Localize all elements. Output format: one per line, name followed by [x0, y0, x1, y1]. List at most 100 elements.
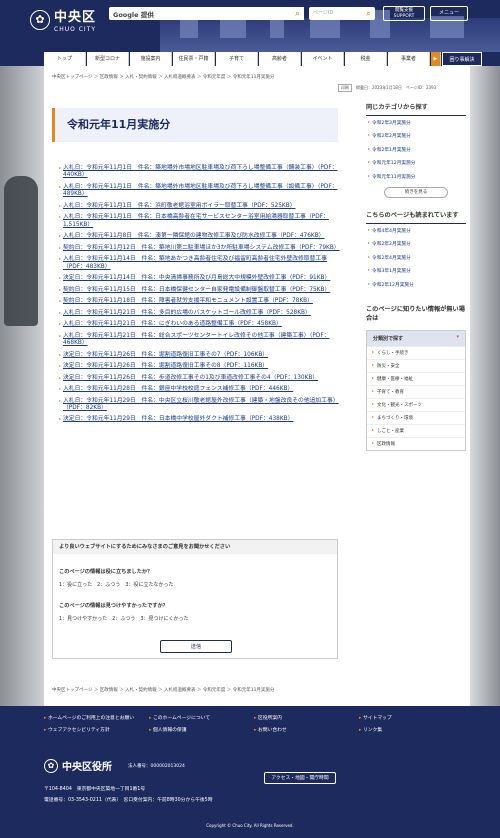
site-footer: ホームページのご利用上の注意とお願いこのホームページについて区役所案内サイトマッ… [0, 706, 500, 838]
document-link[interactable]: 入札日：令和元年11月1日 件名：築地場外市場地区駐車場及び荷下ろし場整備工事（… [63, 184, 338, 197]
sidebar-link[interactable]: 令和元年12月実施分 [368, 160, 466, 166]
survey-options-2[interactable]: 1：見つけやすかった 2：ふつう 3：見つけにくかった [59, 615, 188, 622]
document-link[interactable]: 入札日：令和元年11月28日 件名：銀座中学校校庭フェンス補修工事（PDF：44… [63, 386, 293, 392]
footer-link[interactable]: 個人情報の保護 [149, 726, 254, 733]
footer-link[interactable]: ウェブアクセシビリティ方針 [44, 726, 149, 733]
nav-item[interactable]: 税金 [345, 52, 387, 66]
breadcrumb-bottom[interactable]: 中央区トップページ ＞ 区政情報 ＞ 入札・契約情報 ＞ 入札経過概要表 ＞ 令… [52, 687, 274, 693]
category-item[interactable]: 健康・医療・福祉 [367, 371, 465, 385]
search-provider-label: Google 提供 [113, 11, 154, 19]
nav-item[interactable]: 施設案内 [130, 52, 172, 66]
sidebar-link[interactable]: 令和元年11月実施分 [368, 174, 466, 180]
category-item[interactable]: 区政情報 [367, 436, 465, 450]
survey-header: より良いウェブサイトにするためにみなさまのご意見をお聞かせください [53, 540, 337, 554]
search-input[interactable]: Google 提供 ⌕ [109, 7, 304, 20]
menu-button[interactable]: メニュー [430, 6, 468, 21]
document-link[interactable]: 決定日：令和元年11月29日 件名：日本橋中学校屋外ダクト補修工事（PDF：43… [63, 416, 293, 422]
list-item: 入札日：令和元年11月29日 件名：中央区立桜川敬老館屋外改修工事（建築・地盤改… [59, 398, 341, 413]
category-item[interactable]: 防災・安全 [367, 358, 465, 372]
copyright: Copyright © Chuo City. All Rights Reserv… [206, 823, 294, 828]
footer-name: 中央区役所 [62, 762, 112, 773]
document-link[interactable]: 入札日：令和元年11月1日 件名：浜町敬老館浴室用ボイラー取替工事（PDF：52… [63, 203, 296, 209]
corporate-number: 法人番号：000002013024 [128, 764, 185, 769]
footer-address: 〒104-8404 東京都中央区築地一丁目1番1号 電話番号：03-3543-0… [44, 784, 213, 806]
document-link[interactable]: 入札日：令和元年11月8日 件名：湊第一隣保館の建物改修工事及び防水改修工事（P… [63, 233, 324, 239]
document-link[interactable]: 決定日：令和元年11月26日 件名：歩道改修工事その1及び車道改修工事その4（P… [63, 375, 318, 381]
nav-item[interactable]: トップ [44, 52, 86, 66]
document-link[interactable]: 入札日：令和元年11月1日 件名：築地場外市場地区駐車場及び荷下ろし場整備工事（… [63, 165, 338, 178]
list-item: 入札日：令和元年11月28日 件名：銀座中学校校庭フェンス補修工事（PDF：44… [59, 386, 341, 393]
nav-more-icon[interactable]: ▶ [431, 52, 441, 66]
survey-options-1[interactable]: 1：役に立った 2：ふつう 3：役に立たなかった [59, 581, 174, 588]
footer-logo: ✿ 中央区役所 [44, 758, 112, 773]
list-item: 決定日：令和元年11月26日 件名：堀割道路復旧工事その7（PDF：106KB） [59, 352, 341, 359]
list-item: 入札日：令和元年11月1日 件名：築地場外市場地区駐車場及び荷下ろし場整備工事（… [59, 165, 341, 180]
list-item: 入札日：令和元年11月1日 件名：日本橋高齢者在宅サービスセンター浴室用給湯器取… [59, 214, 341, 229]
list-item: 契約日：令和元年11月18日 件名：障害者就労支援平和モニュメント設置工事（PD… [59, 298, 341, 305]
document-link[interactable]: 入札日：令和元年11月21日 件名：にぎわいのある道路整備工事（PDF：458K… [63, 321, 282, 327]
breadcrumb[interactable]: 中央区トップページ ＞ 区政情報 ＞ 入札・契約情報 ＞ 入札経過概要表 ＞ 令… [52, 74, 274, 80]
document-link[interactable]: 決定日：令和元年11月14日 件名：中央清掃事務所及び月島総大中規模外壁改修工事… [63, 275, 330, 281]
search-icon[interactable]: ⌕ [291, 7, 304, 20]
document-link[interactable]: 契約日：令和元年11月15日 件名：日本橋保健センター自家発電設備制御盤取替工事… [63, 287, 330, 293]
nav-item[interactable]: 住民票・戸籍 [173, 52, 215, 66]
document-link[interactable]: 入札日：令和元年11月21日 件名：多目的広場のバスケットゴール改修工事（PDF… [63, 310, 311, 316]
sidebar-link[interactable]: 令和2年2月実施分 [368, 241, 466, 247]
category-item[interactable]: しごと・産業 [367, 423, 465, 437]
list-item: 入札日：令和元年11月1日 件名：浜町敬老館浴室用ボイラー取替工事（PDF：52… [59, 203, 341, 210]
page-id-placeholder: ページID [313, 10, 334, 16]
site-logo[interactable]: ✿ 中央区 CHUO CITY [30, 6, 96, 33]
nav-item[interactable]: 事業者 [388, 52, 430, 66]
page-id-input[interactable]: ページID ⌕ [309, 7, 375, 20]
city-emblem-icon: ✿ [30, 9, 50, 30]
footer-link[interactable]: サイトマップ [359, 714, 464, 721]
document-link[interactable]: 入札日：令和元年11月21日 件名：総合スポーツセンタートイレ改修その他工事（建… [63, 333, 330, 346]
sidebar-link[interactable]: 令和2年2月実施分 [368, 133, 466, 139]
footer-link[interactable]: リンク集 [359, 726, 464, 733]
document-link[interactable]: 決定日：令和元年11月26日 件名：堀割道路復旧工事その7（PDF：106KB） [63, 352, 268, 358]
sidebar-link[interactable]: 令和4年4月実施分 [368, 228, 466, 234]
category-item[interactable]: 文化・観光・スポーツ [367, 397, 465, 411]
sidebar: 同じカテゴリから探す 令和2年3月実施分 令和2年2月実施分 令和2年1月実施分 令和… [366, 100, 466, 451]
nav-item[interactable]: イベント [302, 52, 344, 66]
footer-link[interactable]: ホームページのご利用上の注意とお願い [44, 714, 149, 721]
category-item[interactable]: まちづくり・環境 [367, 410, 465, 424]
category-item[interactable]: くらし・手続き [367, 345, 465, 359]
footer-link[interactable]: お問い合わせ [254, 726, 359, 733]
print-button[interactable]: 印刷 [338, 84, 352, 92]
document-link[interactable]: 決定日：令和元年11月26日 件名：堀割道路復旧工事その8（PDF：116KB） [63, 363, 268, 369]
popular-list: 令和4年4月実施分 令和2年2月実施分 令和2年4月実施分 令和3年1月実施分 令和2年… [366, 228, 466, 288]
sidebar-link[interactable]: 令和2年1月実施分 [368, 147, 466, 153]
category-box: 分類別で探す ▾ くらし・手続き 防災・安全 健康・医療・福祉 子育て・教育 文化・観光・… [366, 329, 466, 451]
sidebar-heading-help: このページに知りたい情報が無い場合は [366, 305, 465, 322]
footer-link[interactable]: 区役所案内 [254, 714, 359, 721]
sidebar-link[interactable]: 令和2年4月実施分 [368, 255, 466, 261]
survey-question-1: このページの情報は役に立ちましたか？ [59, 569, 153, 575]
see-more-button[interactable]: 続きを見る [384, 186, 448, 198]
category-item[interactable]: 子育て・教育 [367, 384, 465, 398]
sidebar-link[interactable]: 令和2年3月実施分 [368, 120, 466, 126]
list-item: 入札日：令和元年11月8日 件名：湊第一隣保館の建物改修工事及び防水改修工事（P… [59, 233, 341, 240]
background-right [470, 66, 500, 706]
support-button[interactable]: 閲覧支援 SUPPORT [383, 6, 425, 21]
sidebar-link[interactable]: 令和2年12月実施分 [368, 282, 466, 288]
page-id-search-icon[interactable]: ⌕ [362, 7, 375, 20]
address-line: 〒104-8404 東京都中央区築地一丁目1番1号 [44, 787, 146, 792]
footer-link[interactable]: このホームページについて [149, 714, 254, 721]
list-item: 決定日：令和元年11月14日 件名：中央清掃事務所及び月島総大中規模外壁改修工事… [59, 275, 341, 282]
nav-item[interactable]: 子育て [216, 52, 258, 66]
nav-troubleshoot-button[interactable]: 困り事解決 [442, 52, 482, 66]
category-toggle[interactable]: 分類別で探す ▾ [367, 330, 465, 346]
document-link[interactable]: 契約日：令和元年11月12日 件名：築地川第二駐車場ほか3か所駐車場システム改修… [63, 245, 340, 251]
submit-button[interactable]: 送信 [160, 640, 232, 653]
nav-item[interactable]: 新型コロナ [87, 52, 129, 66]
document-link[interactable]: 入札日：令和元年11月29日 件名：中央区立桜川敬老館屋外改修工事（建築・地盤改… [63, 398, 339, 411]
nav-item[interactable]: 高齢者 [259, 52, 301, 66]
document-link[interactable]: 入札日：令和元年11月1日 件名：日本橋高齢者在宅サービスセンター浴室用給湯器取… [63, 214, 329, 227]
document-link[interactable]: 契約日：令和元年11月18日 件名：障害者就労支援平和モニュメント設置工事（PD… [63, 298, 313, 304]
access-button[interactable]: アクセス・地図・開庁時間 [264, 772, 336, 784]
list-item: 決定日：令和元年11月26日 件名：歩道改修工事その1及び車道改修工事その4（P… [59, 375, 341, 382]
chevron-down-icon: ▾ [456, 333, 459, 340]
sidebar-link[interactable]: 令和3年1月実施分 [368, 268, 466, 274]
document-link[interactable]: 入札日：令和元年11月14日 件名：築地あかつき高齢者住宅及び福留町高齢者住宅外… [63, 256, 327, 269]
